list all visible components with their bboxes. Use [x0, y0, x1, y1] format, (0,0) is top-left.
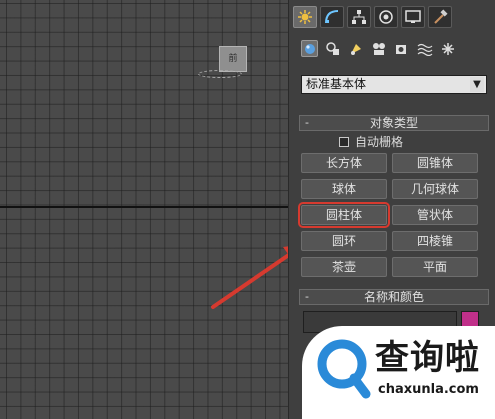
world-axis-line	[0, 206, 288, 208]
modify-tab[interactable]	[320, 6, 344, 28]
bend-curve-icon	[325, 10, 339, 24]
object-type-title: 对象类型	[369, 116, 418, 130]
chevron-down-icon: ▼	[470, 77, 484, 92]
category-icons	[301, 40, 456, 57]
cameras-icon	[372, 42, 385, 55]
box-button[interactable]: 长方体	[301, 153, 387, 173]
plane-button[interactable]: 平面	[392, 257, 478, 277]
name-color-rollout-header[interactable]: - 名称和颜色	[299, 289, 489, 305]
autogrid-label: 自动栅格	[355, 135, 404, 149]
cone-button[interactable]: 圆锥体	[392, 153, 478, 173]
magnifier-logo-icon	[317, 339, 371, 399]
autogrid-checkbox[interactable]	[339, 136, 349, 147]
perspective-viewport[interactable]: 前	[0, 0, 288, 419]
systems-category-button[interactable]	[439, 40, 456, 57]
lights-icon	[350, 43, 361, 55]
systems-icon	[441, 42, 454, 55]
shapes-icon	[325, 41, 339, 55]
lights-category-button[interactable]	[347, 40, 364, 57]
tube-button[interactable]: 管状体	[392, 205, 478, 225]
shapes-category-button[interactable]	[324, 40, 341, 57]
watermark-title: 查询啦	[375, 338, 480, 378]
collapse-icon: -	[305, 116, 309, 129]
watermark: 查询啦 chaxunla.com	[302, 326, 495, 419]
hierarchy-icon	[352, 10, 366, 24]
torus-button[interactable]: 圆环	[301, 231, 387, 251]
motion-circle-icon	[379, 10, 393, 24]
motion-tab[interactable]	[374, 6, 398, 28]
space-warps-category-button[interactable]	[416, 40, 433, 57]
name-color-title: 名称和颜色	[363, 290, 424, 304]
sphere-button[interactable]: 球体	[301, 179, 387, 199]
collapse-icon: -	[305, 290, 309, 303]
pyramid-button[interactable]: 四棱锥	[392, 231, 478, 251]
geometry-sphere-icon	[304, 43, 315, 54]
teapot-button[interactable]: 茶壶	[301, 257, 387, 277]
geosphere-button[interactable]: 几何球体	[392, 179, 478, 199]
helpers-icon	[395, 44, 406, 54]
sun-star-icon	[298, 10, 312, 24]
create-tab[interactable]	[293, 6, 317, 28]
watermark-url: chaxunla.com	[378, 382, 479, 397]
cameras-category-button[interactable]	[370, 40, 387, 57]
object-type-rollout-header[interactable]: - 对象类型	[299, 115, 489, 131]
viewcube-ring[interactable]	[198, 70, 242, 78]
category-dropdown[interactable]: 标准基本体 ▼	[301, 75, 487, 94]
monitor-icon	[405, 10, 421, 23]
command-panel-tabs	[293, 6, 452, 30]
category-dropdown-value: 标准基本体	[306, 77, 367, 91]
display-tab[interactable]	[401, 6, 425, 28]
hammer-icon	[434, 9, 448, 24]
cylinder-button[interactable]: 圆柱体	[298, 202, 390, 228]
geometry-category-button[interactable]	[301, 40, 318, 57]
autogrid-option[interactable]: 自动栅格	[339, 133, 403, 150]
viewcube[interactable]: 前	[219, 46, 247, 72]
utilities-tab[interactable]	[428, 6, 452, 28]
space-warps-icon	[417, 43, 432, 56]
helpers-category-button[interactable]	[393, 40, 410, 57]
hierarchy-tab[interactable]	[347, 6, 371, 28]
